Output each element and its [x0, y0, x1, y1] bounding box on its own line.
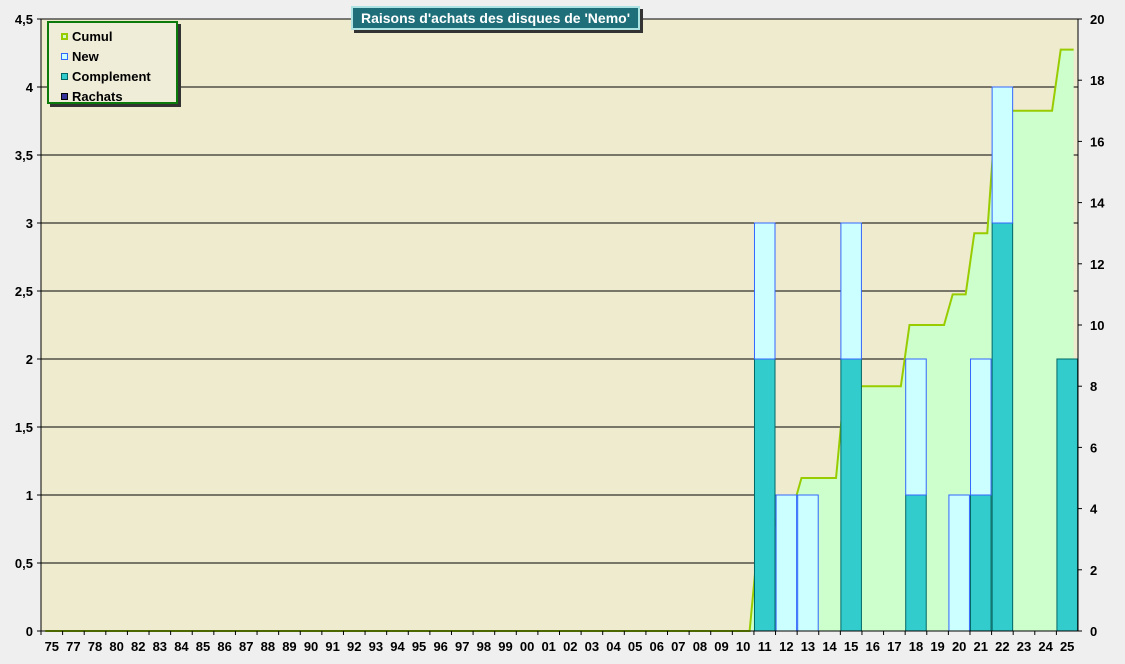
x-tick-label: 07	[671, 639, 685, 654]
y-right-tick-label: 0	[1090, 624, 1097, 639]
bar-new-15	[840, 222, 862, 360]
x-tick-label: 88	[261, 639, 275, 654]
y-right-tick-label: 8	[1090, 379, 1097, 394]
x-tick-label: 19	[930, 639, 944, 654]
y-left-tick-label: 4	[26, 80, 34, 95]
x-tick-label: 87	[239, 639, 253, 654]
legend-swatch-rachats	[61, 92, 68, 100]
y-left-tick-label: 4,5	[15, 12, 33, 27]
bar-complement-18	[905, 494, 927, 632]
y-left-tick-label: 1	[26, 488, 33, 503]
x-tick-label: 78	[88, 639, 102, 654]
bar-complement-25	[1056, 358, 1078, 632]
x-tick-label: 05	[628, 639, 642, 654]
x-tick-label: 96	[433, 639, 447, 654]
x-tick-label: 17	[887, 639, 901, 654]
x-tick-label: 15	[844, 639, 858, 654]
x-tick-label: 14	[822, 639, 837, 654]
y-left-tick-label: 0	[26, 624, 33, 639]
legend-item-cumul: Cumul	[61, 26, 176, 46]
bar-new-22	[991, 86, 1014, 224]
chart-title-text: Raisons d'achats des disques de 'Nemo'	[360, 10, 631, 26]
x-tick-label: 80	[109, 639, 123, 654]
x-tick-label: 00	[520, 639, 534, 654]
x-tick-label: 10	[736, 639, 750, 654]
x-tick-label: 18	[909, 639, 923, 654]
legend-label-complement: Complement	[72, 68, 151, 84]
x-tick-label: 95	[412, 639, 426, 654]
bar-new-20	[948, 494, 970, 632]
bar-complement-22	[991, 222, 1014, 632]
bar-complement-21	[970, 494, 992, 632]
legend-item-new: New	[61, 46, 176, 66]
y-left-tick-label: 2,5	[15, 284, 33, 299]
x-tick-label: 08	[693, 639, 707, 654]
x-tick-label: 98	[477, 639, 491, 654]
x-tick-label: 02	[563, 639, 577, 654]
x-tick-label: 03	[585, 639, 599, 654]
x-tick-label: 77	[66, 639, 80, 654]
y-left-tick-label: 0,5	[15, 556, 33, 571]
y-right-tick-label: 14	[1090, 196, 1105, 211]
x-tick-label: 25	[1060, 639, 1074, 654]
x-tick-label: 85	[196, 639, 210, 654]
x-tick-label: 21	[974, 639, 988, 654]
y-left-tick-label: 3	[26, 216, 33, 231]
x-tick-label: 24	[1038, 639, 1053, 654]
legend-label-cumul: Cumul	[72, 28, 113, 44]
bar-new-21	[970, 358, 992, 496]
x-tick-label: 09	[714, 639, 728, 654]
legend-label-new: New	[72, 48, 99, 64]
y-left-tick-label: 3,5	[15, 148, 33, 163]
y-right-tick-label: 6	[1090, 440, 1097, 455]
x-tick-label: 90	[304, 639, 318, 654]
x-tick-label: 83	[153, 639, 167, 654]
chart-root: 0 0,5 1 1,5 2 2,5 3 3,5 4 4,5 0 2 4 6 8 10 12 14 16 18 20 75 7…	[0, 0, 1125, 664]
x-tick-label: 75	[45, 639, 59, 654]
bar-new-13	[797, 494, 819, 632]
y-left-tick-label: 1,5	[15, 420, 33, 435]
x-tick-label: 06	[649, 639, 663, 654]
y-right-tick-label: 16	[1090, 134, 1104, 149]
x-tick-label: 97	[455, 639, 469, 654]
legend-swatch-new	[61, 52, 68, 60]
x-tick-label: 11	[758, 639, 772, 654]
y-right-tick-label: 4	[1090, 502, 1098, 517]
y-right-tick-label: 20	[1090, 12, 1104, 27]
legend-swatch-complement	[61, 72, 68, 80]
x-tick-label: 86	[217, 639, 231, 654]
y-right-tick-label: 10	[1090, 318, 1104, 333]
x-tick-label: 99	[498, 639, 512, 654]
legend-item-complement: Complement	[61, 66, 176, 86]
x-tick-label: 89	[282, 639, 296, 654]
x-tick-label: 94	[390, 639, 405, 654]
x-tick-label: 92	[347, 639, 361, 654]
x-tick-label: 82	[131, 639, 145, 654]
x-tick-label: 20	[952, 639, 966, 654]
x-tick-label: 16	[866, 639, 880, 654]
chart-legend: Cumul New Complement Rachats	[47, 21, 178, 104]
legend-swatch-cumul	[61, 32, 68, 40]
x-tick-label: 04	[606, 639, 621, 654]
x-tick-label: 01	[541, 639, 555, 654]
y-right-tick-label: 2	[1090, 563, 1097, 578]
x-tick-label: 22	[995, 639, 1009, 654]
x-tick-label: 23	[1017, 639, 1031, 654]
bar-complement-11	[753, 358, 776, 632]
bar-complement-15	[840, 358, 862, 632]
y-left-tick-label: 2	[26, 352, 33, 367]
x-tick-label: 93	[369, 639, 383, 654]
bar-new-12	[775, 494, 798, 632]
x-tick-label: 12	[779, 639, 793, 654]
chart-title: Raisons d'achats des disques de 'Nemo'	[351, 6, 640, 30]
x-tick-label: 91	[325, 639, 339, 654]
bar-new-18	[905, 358, 927, 496]
legend-label-rachats: Rachats	[72, 88, 123, 104]
y-right-tick-label: 18	[1090, 73, 1104, 88]
x-tick-label: 13	[801, 639, 815, 654]
bar-new-11	[753, 222, 776, 360]
x-tick-label: 84	[174, 639, 189, 654]
y-right-tick-label: 12	[1090, 257, 1104, 272]
legend-item-rachats: Rachats	[61, 86, 176, 106]
